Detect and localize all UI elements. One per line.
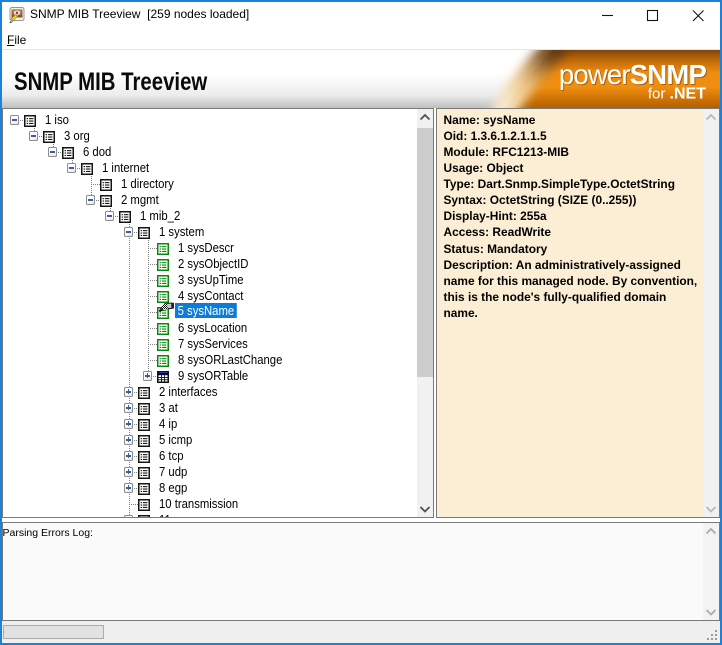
svg-text:for .NET: for .NET bbox=[648, 85, 706, 102]
